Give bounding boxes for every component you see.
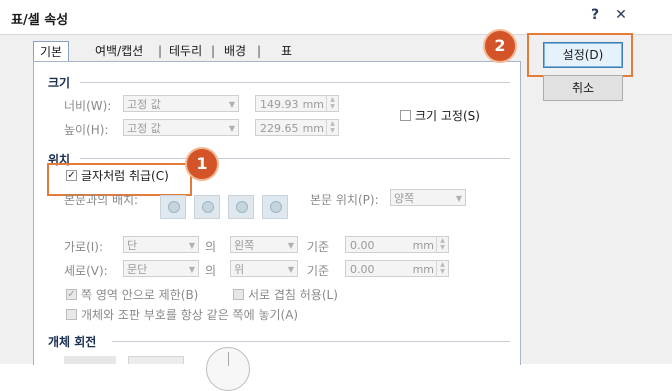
tab-margin-caption[interactable]: 여백/캡션 [95, 41, 143, 61]
section-divider [80, 82, 510, 83]
horizontal-ref-select[interactable]: 단 ▼ [123, 236, 199, 253]
tab-separator: | [257, 44, 262, 58]
vertical-base-label: 기준 [307, 264, 330, 278]
chevron-down-icon: ▼ [287, 241, 294, 250]
height-mode-select[interactable]: 고정 값 ▼ [123, 119, 239, 136]
cancel-button[interactable]: 취소 [543, 75, 623, 101]
horizontal-offset-spinner[interactable]: 0.00 mm ▲ ▼ [345, 236, 449, 253]
vertical-offset-spinner[interactable]: 0.00 mm ▲ ▼ [345, 260, 449, 277]
limit-to-page-label: 쪽 영역 안으로 제한(B) [81, 288, 199, 302]
text-position-label: 본문 위치(P): [310, 193, 379, 207]
horizontal-base-label: 기준 [307, 240, 330, 254]
same-page-checkbox[interactable] [66, 309, 77, 320]
spin-arrows-icon[interactable]: ▲ ▼ [436, 237, 448, 252]
horizontal-align-select[interactable]: 왼쪽 ▼ [230, 236, 298, 253]
spin-arrows-icon[interactable]: ▲ ▼ [436, 261, 448, 276]
section-divider [112, 341, 510, 342]
tab-separator: | [211, 44, 216, 58]
tab-separator: | [158, 44, 163, 58]
layout-icon [202, 201, 214, 213]
tab-basic[interactable]: 기본 [33, 41, 70, 62]
layout-through-button[interactable] [262, 195, 288, 219]
step-badge-2: 2 [485, 31, 515, 61]
rotation-input-partial[interactable] [128, 356, 184, 364]
title-bar [0, 0, 672, 35]
height-label: 높이(H): [64, 123, 109, 137]
width-mode-select[interactable]: 고정 값 ▼ [123, 95, 239, 112]
same-page-label: 개체와 조판 부호를 항상 같은 쪽에 놓기(A) [81, 308, 299, 322]
layout-behind-button[interactable] [228, 195, 254, 219]
allow-overlap-label: 서로 겹침 허용(L) [248, 288, 338, 302]
chevron-down-icon: ▼ [455, 194, 462, 203]
tab-border[interactable]: 테두리 [169, 41, 202, 61]
help-icon[interactable]: ? [586, 7, 604, 23]
fix-size-checkbox[interactable] [400, 110, 411, 121]
rotation-label-partial [64, 356, 116, 364]
ok-button[interactable]: 설정(D) [543, 42, 623, 68]
vertical-of-label: 의 [205, 264, 217, 278]
spin-arrows-icon[interactable]: ▲ ▼ [326, 120, 338, 135]
section-divider [80, 158, 510, 159]
layout-icon [236, 201, 248, 213]
close-icon[interactable]: ✕ [612, 7, 630, 23]
width-label: 너비(W): [64, 99, 112, 113]
vertical-ref-select[interactable]: 문단 ▼ [123, 260, 199, 277]
horizontal-label: 가로(I): [64, 240, 104, 254]
chevron-down-icon: ▼ [287, 265, 294, 274]
allow-overlap-checkbox[interactable] [233, 289, 244, 300]
height-spinner[interactable]: 229.65 mm ▲ ▼ [255, 119, 339, 136]
layout-icon [168, 201, 180, 213]
vertical-align-select[interactable]: 위 ▼ [230, 260, 298, 277]
rotation-section-label: 개체 회전 [48, 335, 97, 349]
dialog-title: 표/셀 속성 [11, 13, 69, 28]
width-spinner[interactable]: 149.93 mm ▲ ▼ [255, 95, 339, 112]
limit-to-page-checkbox[interactable]: ✓ [66, 289, 77, 300]
rotation-dial-icon[interactable] [206, 347, 250, 391]
vertical-label: 세로(V): [64, 264, 108, 278]
spin-arrows-icon[interactable]: ▲ ▼ [326, 96, 338, 111]
text-layout-label: 본문과의 배치: [64, 193, 139, 207]
size-section-label: 크기 [48, 76, 71, 90]
text-position-select[interactable]: 양쪽 ▼ [390, 189, 466, 206]
fix-size-label: 크기 고정(S) [415, 109, 480, 123]
chevron-down-icon: ▼ [188, 265, 195, 274]
chevron-down-icon: ▼ [228, 100, 235, 109]
tab-table[interactable]: 표 [281, 41, 292, 61]
step-badge-1: 1 [187, 149, 217, 179]
layout-front-button[interactable] [194, 195, 220, 219]
chevron-down-icon: ▼ [188, 241, 195, 250]
chevron-down-icon: ▼ [228, 124, 235, 133]
layout-icon [270, 201, 282, 213]
layout-square-button[interactable] [160, 195, 186, 219]
tab-background[interactable]: 배경 [224, 41, 246, 61]
horizontal-of-label: 의 [205, 240, 217, 254]
